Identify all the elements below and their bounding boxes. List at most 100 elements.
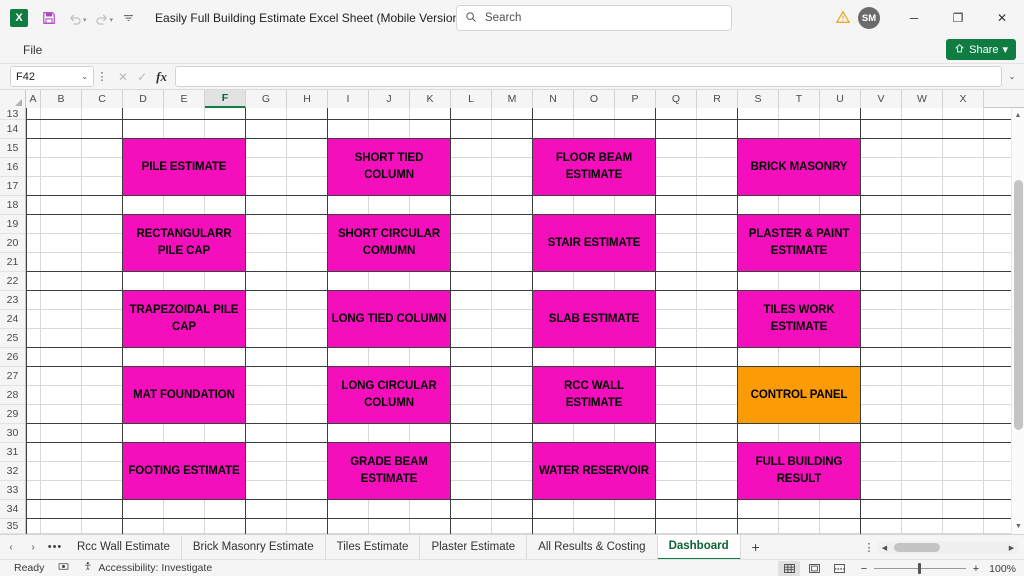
cell-area[interactable]: PILE ESTIMATE SHORT TIED COLUMN FLOOR BEAM… <box>26 108 1024 534</box>
row-header-32[interactable]: 32 <box>0 462 25 481</box>
tab-file[interactable]: File <box>14 40 51 60</box>
dashboard-button-pile-estimate[interactable]: PILE ESTIMATE <box>123 139 245 195</box>
column-header-r[interactable]: R <box>697 90 738 108</box>
insert-function-icon[interactable]: fx <box>156 69 167 85</box>
scroll-down-icon[interactable]: ▼ <box>1012 519 1024 534</box>
column-header-s[interactable]: S <box>738 90 779 108</box>
dashboard-button-rcc-wall-estimate[interactable]: RCC WALL ESTIMATE <box>533 367 655 423</box>
sheet-tab-plaster-estimate[interactable]: Plaster Estimate <box>420 534 528 560</box>
page-break-view-icon[interactable] <box>828 561 850 576</box>
dashboard-button-trapezoidal-pile-cap[interactable]: TRAPEZOIDAL PILE CAP <box>123 291 245 347</box>
scroll-left-icon[interactable]: ◀ <box>878 544 891 552</box>
vertical-scrollbar[interactable]: ▲ ▼ <box>1011 108 1024 534</box>
row-header-16[interactable]: 16 <box>0 158 25 177</box>
page-layout-view-icon[interactable] <box>803 561 825 576</box>
row-header-18[interactable]: 18 <box>0 196 25 215</box>
zoom-in-button[interactable]: + <box>971 563 981 575</box>
warning-icon[interactable] <box>835 10 851 27</box>
column-header-k[interactable]: K <box>410 90 451 108</box>
column-header-h[interactable]: H <box>287 90 328 108</box>
row-header-26[interactable]: 26 <box>0 348 25 367</box>
cancel-entry-icon[interactable]: ✕ <box>118 70 128 84</box>
formula-input[interactable] <box>174 66 1002 87</box>
prev-sheet-icon[interactable]: ‹ <box>0 535 22 560</box>
row-header-31[interactable]: 31 <box>0 443 25 462</box>
column-header-a[interactable]: A <box>26 90 41 108</box>
dashboard-button-brick-masonry[interactable]: BRICK MASONRY <box>738 139 860 195</box>
row-header-35[interactable]: 35 <box>0 519 25 534</box>
column-header-d[interactable]: D <box>123 90 164 108</box>
redo-caret-icon[interactable]: ▾ <box>110 5 114 31</box>
add-sheet-button[interactable]: + <box>741 535 771 560</box>
qat-overflow-icon[interactable] <box>115 5 141 31</box>
name-box[interactable]: F42 ⌄ <box>10 66 94 87</box>
undo-caret-icon[interactable]: ▾ <box>83 5 87 31</box>
dashboard-button-long-circular-column[interactable]: LONG CIRCULAR COLUMN <box>328 367 450 423</box>
horizontal-scrollbar[interactable]: ◀ ▶ <box>878 541 1018 554</box>
column-header-m[interactable]: M <box>492 90 533 108</box>
sheet-tab-rcc-wall-estimate[interactable]: Rcc Wall Estimate <box>66 534 182 560</box>
column-header-i[interactable]: I <box>328 90 369 108</box>
normal-view-icon[interactable] <box>778 561 800 576</box>
sheet-tab-dashboard[interactable]: Dashboard <box>657 534 741 560</box>
column-header-g[interactable]: G <box>246 90 287 108</box>
dashboard-button-full-building-result[interactable]: FULL BUILDING RESULT <box>738 443 860 499</box>
confirm-entry-icon[interactable]: ✓ <box>137 70 147 84</box>
scroll-right-icon[interactable]: ▶ <box>1005 544 1018 552</box>
row-header-20[interactable]: 20 <box>0 234 25 253</box>
horizontal-scroll-thumb[interactable] <box>894 543 940 552</box>
dashboard-button-water-reservoir[interactable]: WATER RESERVOIR <box>533 443 655 499</box>
row-header-30[interactable]: 30 <box>0 424 25 443</box>
dashboard-button-footing-estimate[interactable]: FOOTING ESTIMATE <box>123 443 245 499</box>
row-header-14[interactable]: 14 <box>0 120 25 139</box>
row-header-29[interactable]: 29 <box>0 405 25 424</box>
dashboard-button-control-panel[interactable]: CONTROL PANEL <box>738 367 860 423</box>
dashboard-button-long-tied-column[interactable]: LONG TIED COLUMN <box>328 291 450 347</box>
dashboard-button-slab-estimate[interactable]: SLAB ESTIMATE <box>533 291 655 347</box>
sheet-tab-all-results-costing[interactable]: All Results & Costing <box>527 534 658 560</box>
row-header-23[interactable]: 23 <box>0 291 25 310</box>
column-header-x[interactable]: X <box>943 90 984 108</box>
row-header-17[interactable]: 17 <box>0 177 25 196</box>
sheet-tab-brick-masonry-estimate[interactable]: Brick Masonry Estimate <box>182 534 326 560</box>
dashboard-button-short-tied-column[interactable]: SHORT TIED COLUMN <box>328 139 450 195</box>
row-header-34[interactable]: 34 <box>0 500 25 519</box>
dashboard-button-floor-beam-estimate[interactable]: FLOOR BEAM ESTIMATE <box>533 139 655 195</box>
row-header-19[interactable]: 19 <box>0 215 25 234</box>
next-sheet-icon[interactable]: › <box>22 535 44 560</box>
zoom-slider-thumb[interactable] <box>918 563 921 574</box>
select-all-button[interactable] <box>0 90 26 108</box>
row-header-15[interactable]: 15 <box>0 139 25 158</box>
column-header-w[interactable]: W <box>902 90 943 108</box>
dashboard-button-grade-beam-estimate[interactable]: GRADE BEAM ESTIMATE <box>328 443 450 499</box>
search-input[interactable]: Search <box>456 5 732 31</box>
save-icon[interactable] <box>36 5 62 31</box>
zoom-level-label[interactable]: 100% <box>984 563 1016 575</box>
restore-button[interactable]: ❐ <box>936 0 980 36</box>
accessibility-button[interactable]: Accessibility: Investigate <box>83 561 212 575</box>
zoom-slider[interactable] <box>874 563 966 574</box>
expand-formula-bar-icon[interactable]: ⌄ <box>1004 72 1020 81</box>
row-header-22[interactable]: 22 <box>0 272 25 291</box>
row-header-27[interactable]: 27 <box>0 367 25 386</box>
column-header-c[interactable]: C <box>82 90 123 108</box>
row-header-21[interactable]: 21 <box>0 253 25 272</box>
dashboard-button-rectangularr-pile-cap[interactable]: RECTANGULARR PILE CAP <box>123 215 245 271</box>
dashboard-button-plaster-paint-estimate[interactable]: PLASTER & PAINT ESTIMATE <box>738 215 860 271</box>
row-header-33[interactable]: 33 <box>0 481 25 500</box>
column-header-e[interactable]: E <box>164 90 205 108</box>
column-header-q[interactable]: Q <box>656 90 697 108</box>
row-header-13[interactable]: 13 <box>0 108 25 120</box>
row-header-25[interactable]: 25 <box>0 329 25 348</box>
column-header-f[interactable]: F <box>205 90 246 108</box>
share-button[interactable]: Share ▾ <box>946 39 1016 60</box>
column-header-t[interactable]: T <box>779 90 820 108</box>
record-macro-button[interactable] <box>58 561 69 575</box>
column-header-j[interactable]: J <box>369 90 410 108</box>
column-header-v[interactable]: V <box>861 90 902 108</box>
column-header-o[interactable]: O <box>574 90 615 108</box>
dashboard-button-short-circular-comumn[interactable]: SHORT CIRCULAR COMUMN <box>328 215 450 271</box>
column-header-b[interactable]: B <box>41 90 82 108</box>
column-header-n[interactable]: N <box>533 90 574 108</box>
vertical-scroll-thumb[interactable] <box>1014 180 1023 430</box>
